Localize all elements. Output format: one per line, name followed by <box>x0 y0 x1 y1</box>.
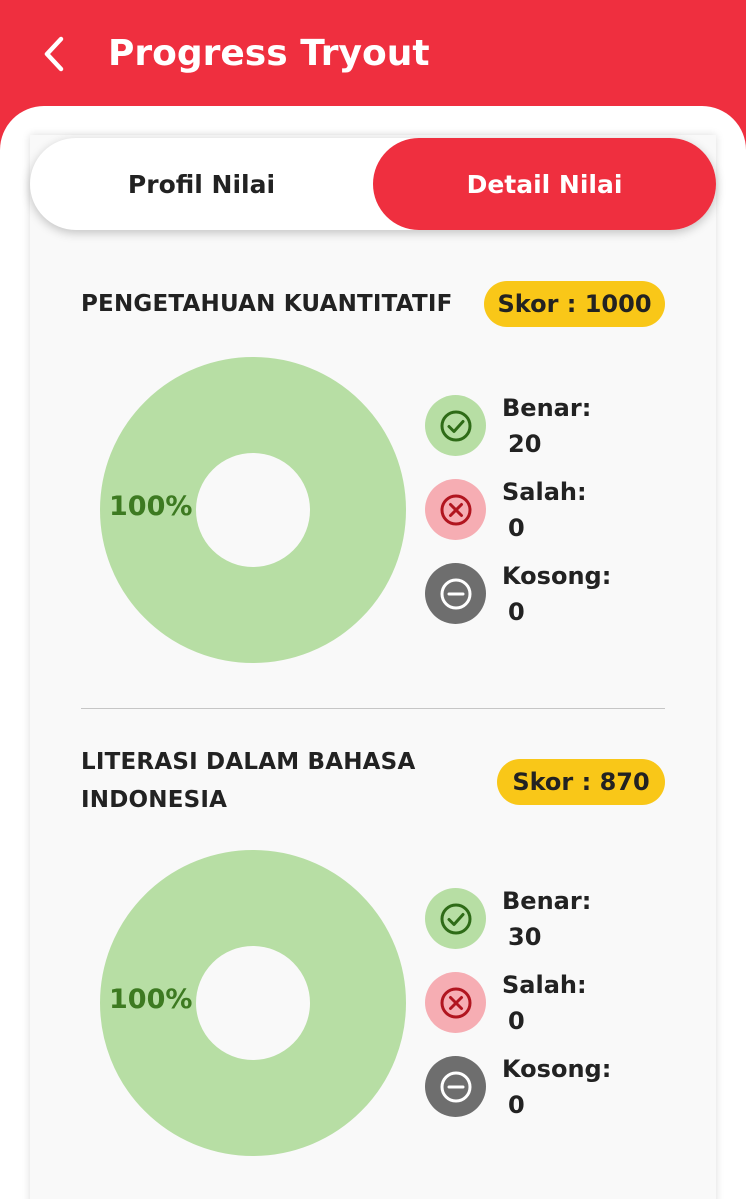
score-badge: Skor : 1000 <box>484 281 665 327</box>
benar-legend-icon <box>425 395 486 456</box>
benar-legend-icon <box>425 888 486 949</box>
app-bar: Progress Tryout <box>0 0 746 120</box>
benar-label: Benar: <box>502 394 592 422</box>
score-donut-chart: 100% <box>100 357 406 663</box>
tab-bar: Profil Nilai Detail Nilai <box>30 138 716 230</box>
score-donut-chart: 100% <box>100 850 406 1156</box>
back-button[interactable] <box>30 30 78 78</box>
page-title: Progress Tryout <box>108 33 430 74</box>
section-divider <box>81 708 665 709</box>
kosong-label: Kosong: <box>502 1055 612 1083</box>
minus-circle-icon <box>440 1071 471 1102</box>
subject-title-line: PENGETAHUAN KUANTITATIF <box>81 291 453 317</box>
subject-title: PENGETAHUAN KUANTITATIF <box>81 285 453 323</box>
benar-value: 20 <box>508 430 542 458</box>
tab-detail-nilai[interactable]: Detail Nilai <box>373 138 716 230</box>
benar-label: Benar: <box>502 887 592 915</box>
donut-percent-label: 100% <box>109 491 193 522</box>
salah-label: Salah: <box>502 478 587 506</box>
x-circle-icon <box>440 987 471 1018</box>
subject-title-line: LITERASI DALAM BAHASA <box>81 749 416 775</box>
kosong-legend-icon <box>425 563 486 624</box>
kosong-label: Kosong: <box>502 562 612 590</box>
salah-label: Salah: <box>502 971 587 999</box>
subject-title: LITERASI DALAM BAHASA INDONESIA <box>81 743 415 819</box>
salah-legend-icon <box>425 972 486 1033</box>
kosong-legend-icon <box>425 1056 486 1117</box>
salah-value: 0 <box>508 514 525 542</box>
salah-value: 0 <box>508 1007 525 1035</box>
x-circle-icon <box>440 494 471 525</box>
check-circle-icon <box>440 410 471 441</box>
benar-value: 30 <box>508 923 542 951</box>
kosong-value: 0 <box>508 598 525 626</box>
subject-title-line: INDONESIA <box>81 787 228 813</box>
kosong-value: 0 <box>508 1091 525 1119</box>
tab-profil-nilai[interactable]: Profil Nilai <box>30 138 373 230</box>
check-circle-icon <box>440 903 471 934</box>
donut-percent-label: 100% <box>109 984 193 1015</box>
minus-circle-icon <box>440 578 471 609</box>
score-badge: Skor : 870 <box>497 759 665 805</box>
salah-legend-icon <box>425 479 486 540</box>
chevron-left-icon <box>44 36 64 72</box>
